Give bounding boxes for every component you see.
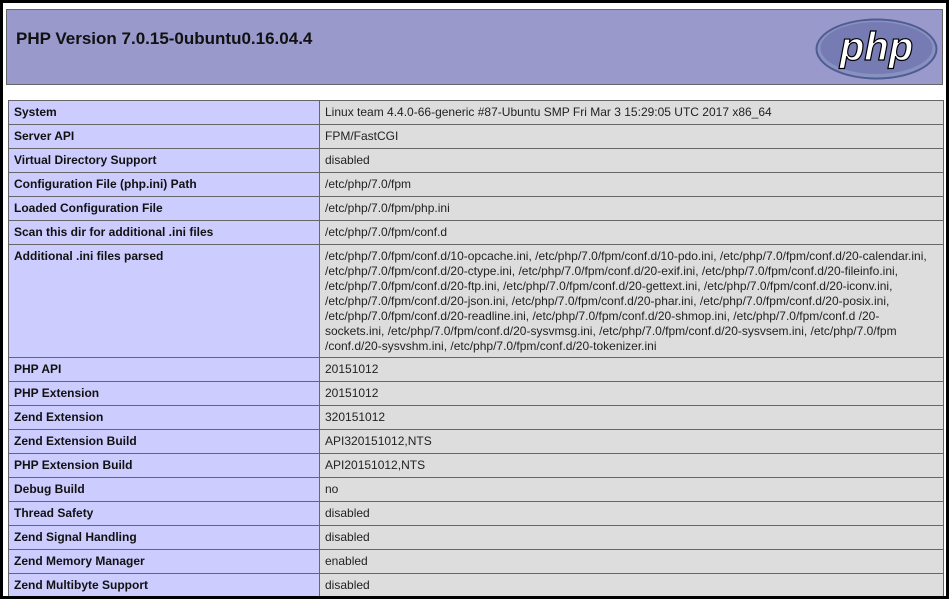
page-title: PHP Version 7.0.15-0ubuntu0.16.04.4 bbox=[16, 29, 313, 48]
row-key: Zend Memory Manager bbox=[8, 549, 320, 574]
row-value: disabled bbox=[319, 573, 944, 596]
php-version-header: PHP Version 7.0.15-0ubuntu0.16.04.4 php bbox=[6, 9, 943, 85]
row-value: API20151012,NTS bbox=[319, 453, 944, 478]
table-row: PHP Extension Build API20151012,NTS bbox=[8, 453, 944, 478]
row-value: /etc/php/7.0/fpm/conf.d/10-opcache.ini, … bbox=[319, 244, 944, 358]
row-key: Configuration File (php.ini) Path bbox=[8, 172, 320, 197]
row-value: disabled bbox=[319, 148, 944, 173]
table-row: Loaded Configuration File/etc/php/7.0/fp… bbox=[8, 196, 944, 221]
table-row: Server API FPM/FastCGI bbox=[8, 124, 944, 149]
row-key: Scan this dir for additional .ini files bbox=[8, 220, 320, 245]
table-row: Zend Memory Manager enabled bbox=[8, 549, 944, 574]
table-row: Zend Extension 320151012 bbox=[8, 405, 944, 430]
table-row: Debug Build no bbox=[8, 477, 944, 502]
row-key: Loaded Configuration File bbox=[8, 196, 320, 221]
table-row: Scan this dir for additional .ini files /… bbox=[8, 220, 944, 245]
table-row: Zend Extension Build API320151012,NTS bbox=[8, 429, 944, 454]
table-row: Additional .ini files parsed/etc/php/7.0… bbox=[8, 244, 944, 358]
table-row: Virtual Directory Support disabled bbox=[8, 148, 944, 173]
table-row: Zend Signal Handling disabled bbox=[8, 525, 944, 550]
row-key: Zend Extension bbox=[8, 405, 320, 430]
row-value: disabled bbox=[319, 501, 944, 526]
row-key: Virtual Directory Support bbox=[8, 148, 320, 173]
row-value: /etc/php/7.0/fpm/php.ini bbox=[319, 196, 944, 221]
logo-text: php bbox=[839, 25, 913, 69]
row-key: Additional .ini files parsed bbox=[8, 244, 320, 358]
info-table: System Linux team 4.4.0-66-generic #87-Ub… bbox=[8, 100, 944, 596]
row-key: System bbox=[8, 100, 320, 125]
row-key: Zend Signal Handling bbox=[8, 525, 320, 550]
row-value: 20151012 bbox=[319, 357, 944, 382]
row-key: Debug Build bbox=[8, 477, 320, 502]
row-value: 320151012 bbox=[319, 405, 944, 430]
row-key: Zend Multibyte Support bbox=[8, 573, 320, 596]
row-key: PHP API bbox=[8, 357, 320, 382]
row-value: 20151012 bbox=[319, 381, 944, 406]
row-value: enabled bbox=[319, 549, 944, 574]
table-row: PHP API 20151012 bbox=[8, 357, 944, 382]
page-frame: PHP Version 7.0.15-0ubuntu0.16.04.4 php … bbox=[0, 0, 949, 599]
row-value: API320151012,NTS bbox=[319, 429, 944, 454]
table-row: Configuration File (php.ini) Path/etc/ph… bbox=[8, 172, 944, 197]
row-value: Linux team 4.4.0-66-generic #87-Ubuntu S… bbox=[319, 100, 944, 125]
row-key: Thread Safety bbox=[8, 501, 320, 526]
table-row: Zend Multibyte Support disabled bbox=[8, 573, 944, 596]
table-row: PHP Extension 20151012 bbox=[8, 381, 944, 406]
row-value: /etc/php/7.0/fpm/conf.d bbox=[319, 220, 944, 245]
row-value: no bbox=[319, 477, 944, 502]
table-row: System Linux team 4.4.0-66-generic #87-Ub… bbox=[8, 100, 944, 125]
php-logo-icon: php bbox=[815, 18, 938, 80]
row-value: FPM/FastCGI bbox=[319, 124, 944, 149]
row-value: disabled bbox=[319, 525, 944, 550]
row-value: /etc/php/7.0/fpm bbox=[319, 172, 944, 197]
row-key: PHP Extension Build bbox=[8, 453, 320, 478]
row-key: PHP Extension bbox=[8, 381, 320, 406]
row-key: Zend Extension Build bbox=[8, 429, 320, 454]
table-row: Thread Safety disabled bbox=[8, 501, 944, 526]
row-key: Server API bbox=[8, 124, 320, 149]
